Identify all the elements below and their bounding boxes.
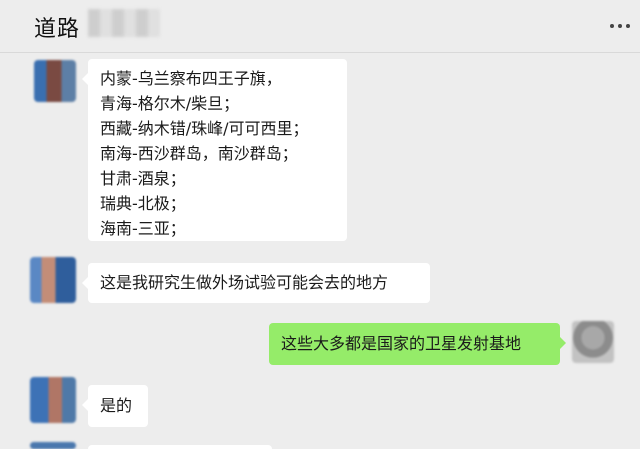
message-line: 内蒙-乌兰察布四王子旗， <box>100 69 282 88</box>
message-bubble-received: 是的 <box>82 385 148 427</box>
message-bubble-received: 内蒙-乌兰察布四王子旗， 青海-格尔木/柴旦； 西藏-纳木错/珠峰/可可西里； … <box>82 59 347 241</box>
message-line: 青海-格尔木/柴旦； <box>100 94 240 113</box>
message-text: 这些大多都是国家的卫星发射基地 <box>281 334 522 353</box>
message-line: 瑞典-北极； <box>100 194 186 213</box>
message-line: 海南-三亚； <box>100 219 186 238</box>
chat-title: 道路 <box>34 17 81 42</box>
message-line: 甘肃-酒泉； <box>100 169 186 188</box>
message-bubble-sent: 这些大多都是国家的卫星发射基地 <box>269 323 566 365</box>
avatar[interactable] <box>30 377 76 423</box>
avatar[interactable] <box>30 257 76 303</box>
message-bubble-received: 这是我研究生做外场试验可能会去的地方 <box>82 263 430 303</box>
avatar[interactable] <box>30 442 76 449</box>
message-text: 是的 <box>100 396 133 415</box>
message-bubble-partial <box>88 445 272 449</box>
avatar[interactable] <box>34 60 76 102</box>
ellipsis-icon[interactable] <box>610 22 630 30</box>
avatar[interactable] <box>572 321 614 363</box>
message-line: 西藏-纳木错/珠峰/可可西里； <box>100 119 309 138</box>
message-text: 这是我研究生做外场试验可能会去的地方 <box>100 273 389 292</box>
blurred-title-region <box>88 9 160 37</box>
chat-header: 道路 <box>0 0 640 53</box>
message-line: 南海-西沙群岛，南沙群岛； <box>100 144 298 163</box>
